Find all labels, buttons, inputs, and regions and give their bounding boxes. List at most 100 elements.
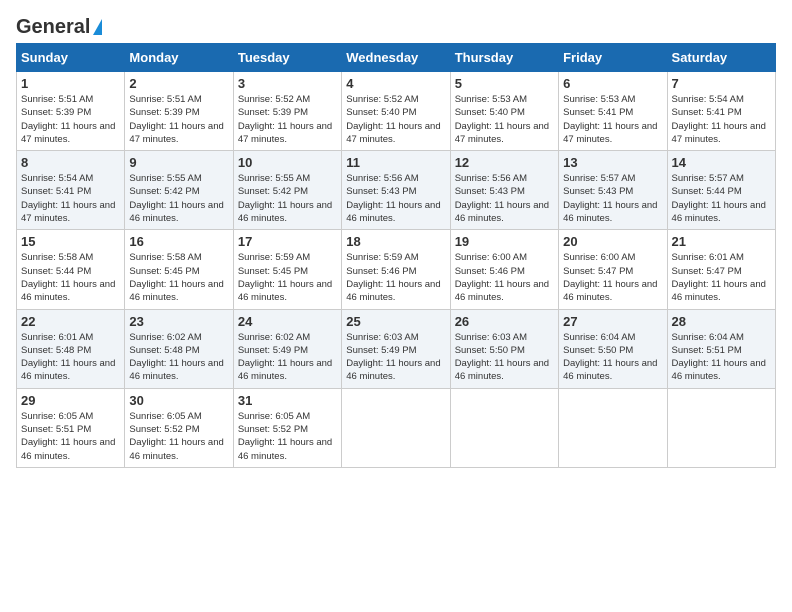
day-number: 15 bbox=[21, 234, 120, 249]
day-number: 23 bbox=[129, 314, 228, 329]
day-number: 13 bbox=[563, 155, 662, 170]
day-info: Sunrise: 6:02 AMSunset: 5:48 PMDaylight:… bbox=[129, 331, 228, 384]
calendar-cell: 30 Sunrise: 6:05 AMSunset: 5:52 PMDayligh… bbox=[125, 388, 233, 467]
weekday-header-sunday: Sunday bbox=[17, 44, 125, 72]
day-info: Sunrise: 5:57 AMSunset: 5:44 PMDaylight:… bbox=[672, 172, 771, 225]
day-info: Sunrise: 5:59 AMSunset: 5:45 PMDaylight:… bbox=[238, 251, 337, 304]
day-info: Sunrise: 5:51 AMSunset: 5:39 PMDaylight:… bbox=[21, 93, 120, 146]
day-info: Sunrise: 5:52 AMSunset: 5:40 PMDaylight:… bbox=[346, 93, 445, 146]
weekday-header-thursday: Thursday bbox=[450, 44, 558, 72]
page-header: General bbox=[16, 16, 776, 35]
calendar-cell bbox=[342, 388, 450, 467]
day-number: 19 bbox=[455, 234, 554, 249]
day-info: Sunrise: 6:02 AMSunset: 5:49 PMDaylight:… bbox=[238, 331, 337, 384]
logo: General bbox=[16, 16, 102, 35]
day-number: 30 bbox=[129, 393, 228, 408]
day-info: Sunrise: 5:54 AMSunset: 5:41 PMDaylight:… bbox=[21, 172, 120, 225]
calendar-cell: 13Sunrise: 5:57 AMSunset: 5:43 PMDayligh… bbox=[559, 151, 667, 230]
day-number: 17 bbox=[238, 234, 337, 249]
weekday-header-monday: Monday bbox=[125, 44, 233, 72]
day-number: 1 bbox=[21, 76, 120, 91]
calendar-cell: 22 Sunrise: 6:01 AMSunset: 5:48 PMDayligh… bbox=[17, 309, 125, 388]
calendar-week-5: 29 Sunrise: 6:05 AMSunset: 5:51 PMDayligh… bbox=[17, 388, 776, 467]
calendar-cell bbox=[450, 388, 558, 467]
day-number: 7 bbox=[672, 76, 771, 91]
day-number: 18 bbox=[346, 234, 445, 249]
calendar-cell: 27 Sunrise: 6:04 AMSunset: 5:50 PMDayligh… bbox=[559, 309, 667, 388]
day-info: Sunrise: 5:59 AMSunset: 5:46 PMDaylight:… bbox=[346, 251, 445, 304]
calendar-cell: 12 Sunrise: 5:56 AMSunset: 5:43 PMDayligh… bbox=[450, 151, 558, 230]
calendar-cell: 24 Sunrise: 6:02 AMSunset: 5:49 PMDayligh… bbox=[233, 309, 341, 388]
calendar-week-4: 22 Sunrise: 6:01 AMSunset: 5:48 PMDayligh… bbox=[17, 309, 776, 388]
day-number: 29 bbox=[21, 393, 120, 408]
logo-arrow-icon bbox=[93, 19, 102, 35]
calendar-cell: 18 Sunrise: 5:59 AMSunset: 5:46 PMDayligh… bbox=[342, 230, 450, 309]
weekday-header-saturday: Saturday bbox=[667, 44, 775, 72]
calendar-cell: 28 Sunrise: 6:04 AMSunset: 5:51 PMDayligh… bbox=[667, 309, 775, 388]
calendar-cell: 11Sunrise: 5:56 AMSunset: 5:43 PMDayligh… bbox=[342, 151, 450, 230]
calendar-cell bbox=[559, 388, 667, 467]
calendar-cell: 21Sunrise: 6:01 AMSunset: 5:47 PMDayligh… bbox=[667, 230, 775, 309]
calendar-week-2: 8Sunrise: 5:54 AMSunset: 5:41 PMDaylight… bbox=[17, 151, 776, 230]
calendar-cell: 23 Sunrise: 6:02 AMSunset: 5:48 PMDayligh… bbox=[125, 309, 233, 388]
day-info: Sunrise: 6:05 AMSunset: 5:51 PMDaylight:… bbox=[21, 410, 120, 463]
calendar-cell: 9 Sunrise: 5:55 AMSunset: 5:42 PMDaylight… bbox=[125, 151, 233, 230]
calendar-cell: 29 Sunrise: 6:05 AMSunset: 5:51 PMDayligh… bbox=[17, 388, 125, 467]
day-info: Sunrise: 6:04 AMSunset: 5:51 PMDaylight:… bbox=[672, 331, 771, 384]
day-info: Sunrise: 6:04 AMSunset: 5:50 PMDaylight:… bbox=[563, 331, 662, 384]
calendar-cell: 25 Sunrise: 6:03 AMSunset: 5:49 PMDayligh… bbox=[342, 309, 450, 388]
day-info: Sunrise: 6:00 AMSunset: 5:46 PMDaylight:… bbox=[455, 251, 554, 304]
day-info: Sunrise: 6:03 AMSunset: 5:49 PMDaylight:… bbox=[346, 331, 445, 384]
calendar-cell: 4 Sunrise: 5:52 AMSunset: 5:40 PMDaylight… bbox=[342, 72, 450, 151]
day-number: 24 bbox=[238, 314, 337, 329]
day-number: 12 bbox=[455, 155, 554, 170]
day-info: Sunrise: 5:55 AMSunset: 5:42 PMDaylight:… bbox=[129, 172, 228, 225]
day-info: Sunrise: 5:58 AMSunset: 5:45 PMDaylight:… bbox=[129, 251, 228, 304]
day-number: 27 bbox=[563, 314, 662, 329]
calendar-cell: 26 Sunrise: 6:03 AMSunset: 5:50 PMDayligh… bbox=[450, 309, 558, 388]
day-number: 3 bbox=[238, 76, 337, 91]
day-number: 22 bbox=[21, 314, 120, 329]
day-number: 6 bbox=[563, 76, 662, 91]
day-info: Sunrise: 6:01 AMSunset: 5:47 PMDaylight:… bbox=[672, 251, 771, 304]
day-number: 20 bbox=[563, 234, 662, 249]
day-number: 31 bbox=[238, 393, 337, 408]
day-number: 4 bbox=[346, 76, 445, 91]
day-number: 11 bbox=[346, 155, 445, 170]
calendar-cell: 15Sunrise: 5:58 AMSunset: 5:44 PMDayligh… bbox=[17, 230, 125, 309]
day-number: 28 bbox=[672, 314, 771, 329]
day-number: 26 bbox=[455, 314, 554, 329]
calendar-cell: 16 Sunrise: 5:58 AMSunset: 5:45 PMDayligh… bbox=[125, 230, 233, 309]
day-info: Sunrise: 5:56 AMSunset: 5:43 PMDaylight:… bbox=[455, 172, 554, 225]
logo-general: General bbox=[16, 16, 90, 39]
day-info: Sunrise: 5:52 AMSunset: 5:39 PMDaylight:… bbox=[238, 93, 337, 146]
calendar-cell bbox=[667, 388, 775, 467]
calendar-table: SundayMondayTuesdayWednesdayThursdayFrid… bbox=[16, 43, 776, 468]
day-info: Sunrise: 6:00 AMSunset: 5:47 PMDaylight:… bbox=[563, 251, 662, 304]
day-number: 16 bbox=[129, 234, 228, 249]
calendar-cell: 31Sunrise: 6:05 AMSunset: 5:52 PMDayligh… bbox=[233, 388, 341, 467]
calendar-cell: 14Sunrise: 5:57 AMSunset: 5:44 PMDayligh… bbox=[667, 151, 775, 230]
calendar-cell: 6 Sunrise: 5:53 AMSunset: 5:41 PMDaylight… bbox=[559, 72, 667, 151]
calendar-cell: 7 Sunrise: 5:54 AMSunset: 5:41 PMDaylight… bbox=[667, 72, 775, 151]
day-info: Sunrise: 5:53 AMSunset: 5:40 PMDaylight:… bbox=[455, 93, 554, 146]
calendar-week-1: 1 Sunrise: 5:51 AMSunset: 5:39 PMDaylight… bbox=[17, 72, 776, 151]
day-info: Sunrise: 5:53 AMSunset: 5:41 PMDaylight:… bbox=[563, 93, 662, 146]
calendar-cell: 17 Sunrise: 5:59 AMSunset: 5:45 PMDayligh… bbox=[233, 230, 341, 309]
calendar-cell: 5Sunrise: 5:53 AMSunset: 5:40 PMDaylight… bbox=[450, 72, 558, 151]
calendar-week-3: 15Sunrise: 5:58 AMSunset: 5:44 PMDayligh… bbox=[17, 230, 776, 309]
weekday-header-tuesday: Tuesday bbox=[233, 44, 341, 72]
day-info: Sunrise: 6:03 AMSunset: 5:50 PMDaylight:… bbox=[455, 331, 554, 384]
day-number: 10 bbox=[238, 155, 337, 170]
calendar-cell: 10 Sunrise: 5:55 AMSunset: 5:42 PMDayligh… bbox=[233, 151, 341, 230]
day-number: 9 bbox=[129, 155, 228, 170]
calendar-cell: 2Sunrise: 5:51 AMSunset: 5:39 PMDaylight… bbox=[125, 72, 233, 151]
day-number: 2 bbox=[129, 76, 228, 91]
day-info: Sunrise: 5:55 AMSunset: 5:42 PMDaylight:… bbox=[238, 172, 337, 225]
day-info: Sunrise: 5:54 AMSunset: 5:41 PMDaylight:… bbox=[672, 93, 771, 146]
calendar-cell: 8Sunrise: 5:54 AMSunset: 5:41 PMDaylight… bbox=[17, 151, 125, 230]
day-info: Sunrise: 6:05 AMSunset: 5:52 PMDaylight:… bbox=[129, 410, 228, 463]
calendar-cell: 20 Sunrise: 6:00 AMSunset: 5:47 PMDayligh… bbox=[559, 230, 667, 309]
day-info: Sunrise: 6:01 AMSunset: 5:48 PMDaylight:… bbox=[21, 331, 120, 384]
day-number: 25 bbox=[346, 314, 445, 329]
